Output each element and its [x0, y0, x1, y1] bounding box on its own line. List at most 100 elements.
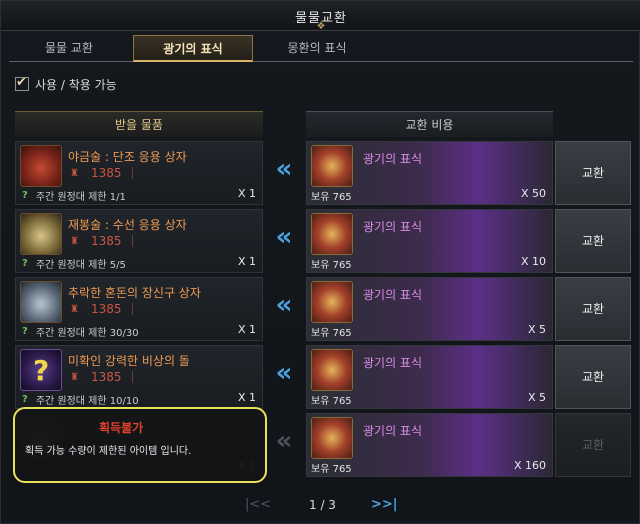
usable-filter: ✔ 사용 / 착용 가능 [15, 75, 117, 92]
exchange-button[interactable]: 교환 [555, 345, 631, 409]
tab-mark-of-madness[interactable]: 광기의 표식 [133, 35, 253, 62]
item-level-icon: ♜ [70, 235, 79, 247]
tab-barter[interactable]: 물물 교환 [9, 35, 129, 62]
exchange-row: 재봉술 : 수선 응용 상자 ♜ 1385 ? 주간 원정대 제한 5/5 X … [1, 209, 640, 275]
cost-item[interactable]: 광기의 표식 보유 765 X 10 [306, 209, 553, 273]
pagination: |<< 1 / 3 >>| [245, 497, 405, 515]
double-arrow-left-icon: « [275, 222, 293, 252]
owned-amount: 보유 765 [311, 464, 352, 475]
item-level-value: 1385 [91, 370, 122, 384]
exchange-button[interactable]: 교환 [555, 209, 631, 273]
weekly-limit: ? 주간 원정대 제한 10/10 [22, 392, 139, 407]
exchange-button[interactable]: 교환 [555, 277, 631, 341]
cost-quantity: X 5 [527, 391, 546, 404]
item-level: ♜ 1385 [70, 302, 133, 316]
exchange-button[interactable]: 교환 [555, 141, 631, 205]
cost-quantity: X 50 [520, 187, 546, 200]
item-name: 미확인 강력한 비상의 돌 [68, 354, 190, 368]
double-arrow-left-icon: « [275, 426, 293, 456]
column-header-receive: 받을 물품 [15, 111, 263, 137]
weekly-limit-text: 주간 원정대 제한 1/1 [35, 192, 126, 203]
exchange-row: 추락한 혼돈의 장신구 상자 ♜ 1385 ? 주간 원정대 제한 30/30 … [1, 277, 640, 343]
help-icon: ? [22, 394, 28, 405]
exchange-row: ? 미확인 강력한 비상의 돌 ♜ 1385 ? 주간 원정대 제한 10/10… [1, 345, 640, 411]
item-level-value: 1385 [91, 166, 122, 180]
divider [131, 371, 133, 383]
receive-item[interactable]: 추락한 혼돈의 장신구 상자 ♜ 1385 ? 주간 원정대 제한 30/30 … [15, 277, 263, 341]
weekly-limit: ? 주간 원정대 제한 5/5 [22, 256, 126, 271]
first-page-icon[interactable]: |<< [245, 497, 271, 512]
last-page-icon[interactable]: >>| [371, 497, 398, 512]
barter-window: 물물교환 ❖ 물물 교환 광기의 표식 몽환의 표식 ✔ 사용 / 착용 가능 … [0, 0, 640, 524]
weekly-limit-text: 주간 원정대 제한 5/5 [35, 260, 126, 271]
tooltip-body: 획득 가능 수량이 제한된 아이템 입니다. [25, 446, 192, 457]
cost-item[interactable]: 광기의 표식 보유 765 X 5 [306, 277, 553, 341]
item-level-value: 1385 [91, 302, 122, 316]
receive-quantity: X 1 [237, 391, 256, 404]
cost-item-name: 광기의 표식 [363, 152, 423, 166]
receive-quantity: X 1 [237, 187, 256, 200]
item-level-icon: ♜ [70, 167, 79, 179]
mark-of-madness-icon [311, 281, 353, 323]
owned-amount: 보유 765 [311, 260, 352, 271]
cost-item[interactable]: 광기의 표식 보유 765 X 160 [306, 413, 553, 477]
cost-quantity: X 160 [513, 459, 546, 472]
column-header-cost: 교환 비용 [306, 111, 553, 137]
receive-item[interactable]: ? 미확인 강력한 비상의 돌 ♜ 1385 ? 주간 원정대 제한 10/10… [15, 345, 263, 409]
mark-of-madness-icon [311, 145, 353, 187]
owned-amount: 보유 765 [311, 192, 352, 203]
cost-item-name: 광기의 표식 [363, 220, 423, 234]
usable-filter-checkbox[interactable]: ✔ [15, 75, 29, 91]
exchange-row: 야금술 : 단조 응용 상자 ♜ 1385 ? 주간 원정대 제한 1/1 X … [1, 141, 640, 207]
page-indicator: 1 / 3 [309, 498, 336, 512]
checkmark-icon: ✔ [16, 75, 27, 90]
item-level-icon: ♜ [70, 303, 79, 315]
cost-quantity: X 10 [520, 255, 546, 268]
help-icon: ? [22, 326, 28, 337]
receive-item[interactable]: 야금술 : 단조 응용 상자 ♜ 1385 ? 주간 원정대 제한 1/1 X … [15, 141, 263, 205]
weekly-limit: ? 주간 원정대 제한 30/30 [22, 324, 139, 339]
chest-silver-icon [20, 281, 62, 323]
help-icon: ? [22, 190, 28, 201]
divider [131, 167, 133, 179]
unknown-stone-icon: ? [20, 349, 62, 391]
unavailable-tooltip: 획득불가 획득 가능 수량이 제한된 아이템 입니다. [13, 407, 267, 483]
cost-item[interactable]: 광기의 표식 보유 765 X 50 [306, 141, 553, 205]
item-level: ♜ 1385 [70, 370, 133, 384]
usable-filter-label: 사용 / 착용 가능 [35, 77, 117, 92]
owned-amount: 보유 765 [311, 396, 352, 407]
exchange-button[interactable]: 교환 [555, 413, 631, 477]
help-icon: ? [22, 258, 28, 269]
item-level: ♜ 1385 [70, 234, 133, 248]
divider [131, 303, 133, 315]
weekly-limit-text: 주간 원정대 제한 10/10 [35, 396, 139, 407]
weekly-limit: ? 주간 원정대 제한 1/1 [22, 188, 126, 203]
item-name: 야금술 : 단조 응용 상자 [68, 150, 187, 164]
item-name: 추락한 혼돈의 장신구 상자 [68, 286, 201, 300]
mark-of-madness-icon [311, 213, 353, 255]
tab-mark-of-dream[interactable]: 몽환의 표식 [257, 35, 377, 62]
double-arrow-left-icon: « [275, 154, 293, 184]
chest-red-icon [20, 145, 62, 187]
mark-of-madness-icon [311, 417, 353, 459]
double-arrow-left-icon: « [275, 358, 293, 388]
chest-gold-icon [20, 213, 62, 255]
cost-item-name: 광기의 표식 [363, 288, 423, 302]
item-level-value: 1385 [91, 234, 122, 248]
owned-amount: 보유 765 [311, 328, 352, 339]
cost-item-name: 광기의 표식 [363, 356, 423, 370]
receive-item[interactable]: 재봉술 : 수선 응용 상자 ♜ 1385 ? 주간 원정대 제한 5/5 X … [15, 209, 263, 273]
mark-of-madness-icon [311, 349, 353, 391]
title-bar: 물물교환 ❖ [1, 1, 640, 32]
cost-quantity: X 5 [527, 323, 546, 336]
item-name: 재봉술 : 수선 응용 상자 [68, 218, 187, 232]
tab-bar: 물물 교환 광기의 표식 몽환의 표식 [9, 35, 633, 62]
cost-item[interactable]: 광기의 표식 보유 765 X 5 [306, 345, 553, 409]
weekly-limit-text: 주간 원정대 제한 30/30 [35, 328, 139, 339]
item-level: ♜ 1385 [70, 166, 133, 180]
receive-quantity: X 1 [237, 323, 256, 336]
divider [131, 235, 133, 247]
cost-item-name: 광기의 표식 [363, 424, 423, 438]
double-arrow-left-icon: « [275, 290, 293, 320]
tooltip-title: 획득불가 [99, 421, 144, 435]
